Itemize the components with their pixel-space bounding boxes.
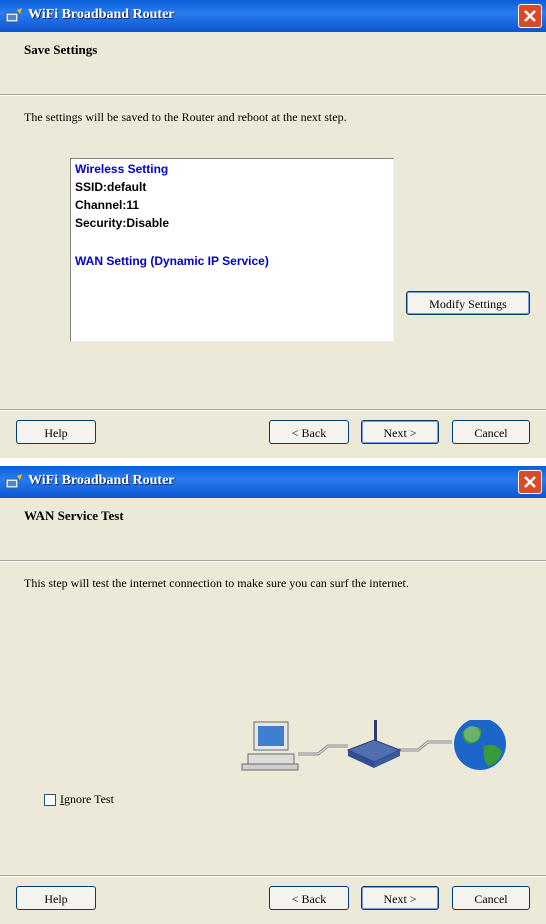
window-title: WiFi Broadband Router <box>28 7 175 22</box>
header-divider <box>0 561 546 562</box>
page-title: WAN Service Test <box>24 508 124 523</box>
computer-icon <box>241 721 299 771</box>
header-divider <box>0 95 546 96</box>
title-bar[interactable]: WiFi Broadband Router <box>0 0 546 32</box>
back-button[interactable]: < Back <box>269 420 349 444</box>
page-title: Save Settings <box>24 42 98 57</box>
next-button[interactable]: Next > <box>361 886 439 910</box>
wireless-heading: Wireless Setting <box>75 162 169 176</box>
footer-divider-highlight <box>0 410 546 411</box>
settings-summary-box: Wireless Setting SSID:default Channel:11… <box>70 158 394 342</box>
globe-icon <box>454 720 506 770</box>
wan-heading: WAN Setting (Dynamic IP Service) <box>75 254 269 268</box>
ssid-value: SSID:default <box>75 180 147 194</box>
ignore-test-label[interactable]: Ignore Test <box>60 792 114 807</box>
footer-divider-highlight <box>0 876 546 877</box>
help-button[interactable]: Help <box>16 886 96 910</box>
close-button[interactable] <box>518 4 542 28</box>
help-button[interactable]: Help <box>16 420 96 444</box>
header-pane: Save Settings <box>0 32 546 95</box>
close-icon <box>524 10 536 22</box>
title-bar[interactable]: WiFi Broadband Router <box>0 466 546 498</box>
description-text: The settings will be saved to the Router… <box>24 110 347 124</box>
back-button[interactable]: < Back <box>269 886 349 910</box>
next-button[interactable]: Next > <box>361 420 439 444</box>
window-title: WiFi Broadband Router <box>28 473 175 488</box>
app-icon <box>5 8 22 23</box>
network-illustration <box>241 720 506 771</box>
router-icon <box>346 720 402 768</box>
description-text: This step will test the internet connect… <box>24 576 409 590</box>
modify-settings-button[interactable]: Modify Settings <box>406 291 530 315</box>
wan-service-test-window: WiFi Broadband Router WAN Service Test T… <box>0 466 546 924</box>
header-pane: WAN Service Test <box>0 498 546 561</box>
cancel-button[interactable]: Cancel <box>452 886 530 910</box>
channel-value: Channel:11 <box>75 198 140 212</box>
app-icon <box>5 474 22 489</box>
ignore-test-label-text: gnore Test <box>64 792 114 806</box>
close-icon <box>524 476 536 488</box>
close-button[interactable] <box>518 470 542 494</box>
ignore-test-checkbox[interactable] <box>44 794 56 806</box>
security-value: Security:Disable <box>75 216 170 230</box>
cancel-button[interactable]: Cancel <box>452 420 530 444</box>
save-settings-window: WiFi Broadband Router Save Settings The … <box>0 0 546 458</box>
